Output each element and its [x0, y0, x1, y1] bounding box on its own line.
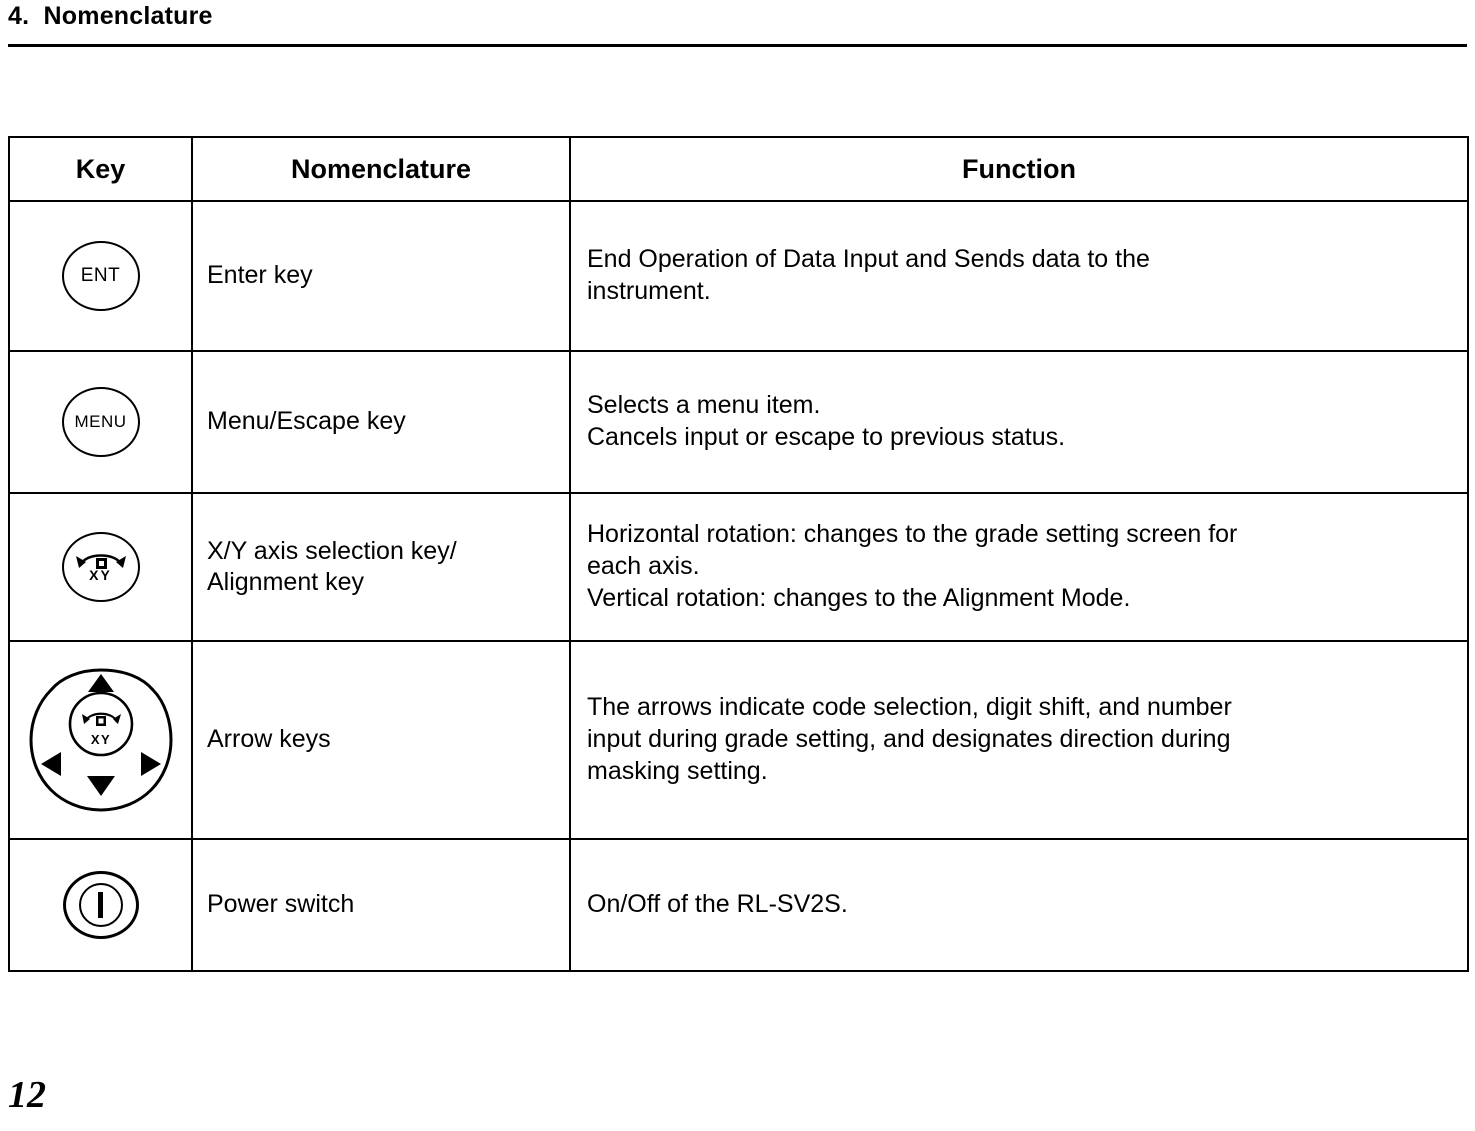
xy-axis-selection-key-icon: XY: [61, 532, 140, 602]
function-line: instrument.: [587, 277, 711, 305]
function-line: Selects a menu item.: [587, 391, 821, 420]
document-page: 4. Nomenclature Key Nomenclature Functio…: [0, 0, 1475, 1131]
xy-key-glyph-wrap: XY: [10, 532, 191, 602]
table-row: MENU Menu/Escape key Selects a menu item…: [8, 350, 1469, 494]
key-cell-enter: ENT: [8, 200, 193, 352]
key-cell-arrows: XY: [8, 640, 193, 840]
function-line: Cancels input or escape to previous stat…: [587, 423, 1066, 451]
table-row: XY Arrow keys The arrows indicate code s…: [8, 640, 1469, 840]
arrow-keys-glyph-wrap: XY: [10, 664, 191, 816]
table-row: XY X/Y axis selection key/ Alignment key…: [8, 492, 1469, 642]
table-row: Power switch On/Off of the RL-SV2S.: [8, 838, 1469, 972]
column-header-nomenclature: Nomenclature: [191, 136, 571, 202]
key-cell-menu: MENU: [8, 350, 193, 494]
arrow-pad-svg: XY: [28, 668, 173, 812]
rotation-arrows-icon: [75, 554, 126, 569]
nomenclature-cell-enter: Enter key: [191, 200, 571, 352]
key-cell-xy: XY: [8, 492, 193, 642]
power-bar: [98, 892, 103, 918]
function-line: End Operation of Data Input and Sends da…: [587, 245, 1150, 274]
function-cell-xy: Horizontal rotation: changes to the grad…: [569, 492, 1469, 642]
function-line: On/Off of the RL-SV2S.: [587, 890, 848, 919]
enter-key-glyph-wrap: ENT: [10, 241, 191, 311]
key-nomenclature-table: Key Nomenclature Function ENT Enter key …: [8, 136, 1469, 972]
function-line: each axis.: [587, 552, 700, 581]
nomenclature-cell-xy: X/Y axis selection key/ Alignment key: [191, 492, 571, 642]
function-line: The arrows indicate code selection, digi…: [587, 693, 1232, 722]
nomenclature-line: X/Y axis selection key/: [207, 536, 457, 565]
function-line: Vertical rotation: changes to the Alignm…: [587, 583, 1131, 612]
nomenclature-cell-power: Power switch: [191, 838, 571, 972]
column-header-key: Key: [8, 136, 193, 202]
function-line: Horizontal rotation: changes to the grad…: [587, 520, 1238, 549]
table-row: ENT Enter key End Operation of Data Inpu…: [8, 200, 1469, 352]
page-title: 4. Nomenclature: [8, 2, 213, 30]
chapter-header: 4. Nomenclature: [8, 2, 1467, 46]
power-inner-circle: [78, 883, 123, 927]
function-cell-menu: Selects a menu item. Cancels input or es…: [569, 350, 1469, 494]
svg-text:XY: XY: [90, 732, 110, 747]
enter-key-label: ENT: [80, 265, 121, 286]
function-line: input during grade setting, and designat…: [587, 725, 1231, 754]
key-cell-power: [8, 838, 193, 972]
table-header-row: Key Nomenclature Function: [8, 136, 1469, 202]
menu-escape-key-icon: MENU: [61, 387, 140, 457]
function-cell-power: On/Off of the RL-SV2S.: [569, 838, 1469, 972]
arrow-keys-icon: XY: [25, 664, 177, 816]
nomenclature-line: Alignment key: [207, 568, 365, 596]
menu-key-glyph-wrap: MENU: [10, 387, 191, 457]
function-cell-enter: End Operation of Data Input and Sends da…: [569, 200, 1469, 352]
enter-key-icon: ENT: [61, 241, 140, 311]
header-divider: [8, 44, 1467, 47]
column-header-function: Function: [569, 136, 1469, 202]
menu-key-label: MENU: [74, 412, 127, 431]
power-key-glyph-wrap: [10, 871, 191, 939]
nomenclature-cell-arrows: Arrow keys: [191, 640, 571, 840]
nomenclature-cell-menu: Menu/Escape key: [191, 350, 571, 494]
power-switch-icon: [62, 871, 139, 939]
page-number: 12: [8, 1074, 46, 1116]
function-line: masking setting.: [587, 756, 768, 785]
function-cell-arrows: The arrows indicate code selection, digi…: [569, 640, 1469, 840]
